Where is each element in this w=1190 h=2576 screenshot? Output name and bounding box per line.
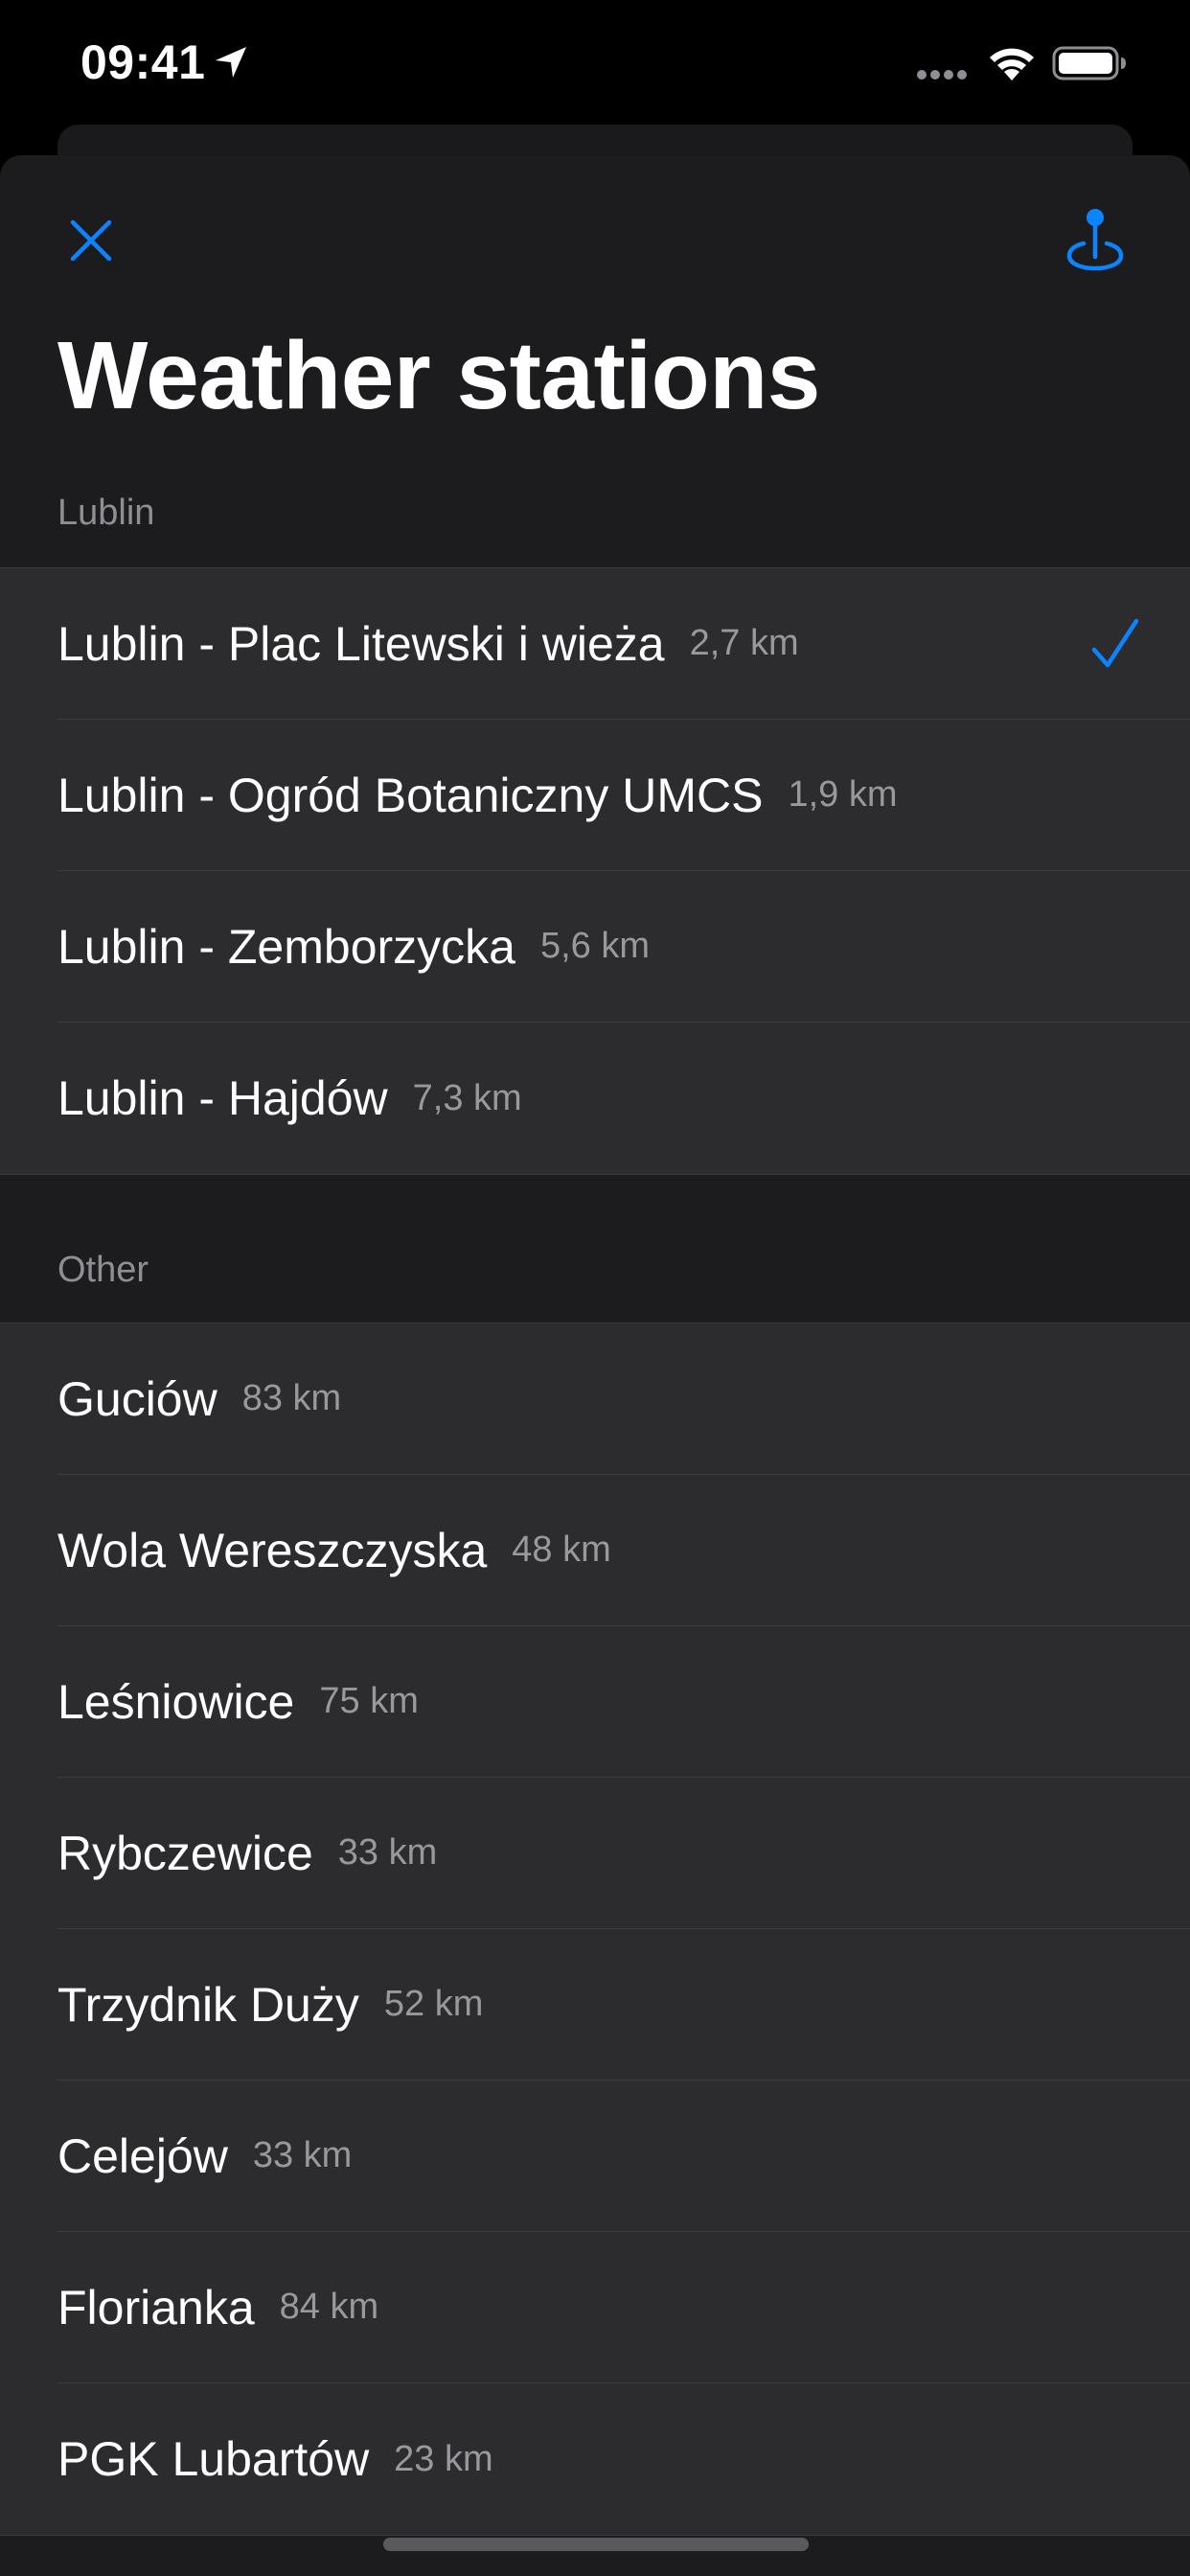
section-header-other: Other [57,1250,149,1290]
station-name: Lublin - Plac Litewski i wieża [57,616,665,671]
station-row[interactable]: Trzydnik Duży 52 km [0,1929,1190,2081]
station-distance: 7,3 km [412,1077,522,1118]
location-pin-icon [1066,209,1124,271]
station-row[interactable]: Leśniowice 75 km [0,1626,1190,1778]
station-distance: 5,6 km [539,926,651,966]
close-icon [70,219,112,262]
station-distance: 2,7 km [689,623,799,663]
station-row[interactable]: Wola Wereszczyska 48 km [0,1475,1190,1626]
location-arrow-icon [216,47,246,78]
station-name: Florianka [57,2280,255,2334]
wifi-icon [990,48,1034,80]
station-row[interactable]: Lublin - Hajdów 7,3 km [0,1023,1190,1174]
station-row[interactable]: Lublin - Ogród Botaniczny UMCS 1,9 km [0,720,1190,871]
station-name: Lublin - Hajdów [57,1071,388,1125]
station-name: Trzydnik Duży [57,1977,359,2032]
station-name: Rybczewice [57,1826,313,1880]
station-row[interactable]: PGK Lubartów 23 km [0,2383,1190,2535]
station-row[interactable]: Florianka 84 km [0,2232,1190,2383]
station-name: Leśniowice [57,1674,295,1729]
cellular-signal-icon [917,70,967,80]
station-name: Lublin - Ogród Botaniczny UMCS [57,768,764,822]
station-name: Celejów [57,2128,228,2183]
station-row[interactable]: Lublin - Plac Litewski i wieża 2,7 km [0,568,1190,720]
station-name: PGK Lubartów [57,2432,370,2486]
checkmark-icon [1091,618,1139,667]
station-distance: 52 km [383,1984,484,2024]
current-location-button[interactable] [1062,203,1129,274]
station-distance: 23 km [394,2438,493,2479]
station-list-lublin: Lublin - Plac Litewski i wieża 2,7 km Lu… [0,567,1190,1175]
battery-icon [1052,46,1126,80]
station-distance: 48 km [512,1530,611,1570]
section-header-lublin: Lublin [57,493,155,533]
station-name: Guciów [57,1371,217,1426]
station-list-other: Guciów 83 km Wola Wereszczyska 48 km Leś… [0,1322,1190,2536]
station-row[interactable]: Guciów 83 km [0,1323,1190,1475]
home-indicator[interactable] [383,2538,809,2551]
station-distance: 83 km [241,1378,342,1418]
station-distance: 33 km [337,1832,438,1873]
page-title: Weather stations [57,322,820,429]
close-button[interactable] [56,205,126,276]
status-bar: 09:41 [0,0,1190,126]
station-row[interactable]: Celejów 33 km [0,2081,1190,2232]
weather-stations-sheet: Weather stations Lublin Lublin - Plac Li… [0,155,1190,2576]
station-distance: 33 km [252,2135,353,2175]
station-distance: 84 km [279,2287,379,2327]
station-row[interactable]: Lublin - Zemborzycka 5,6 km [0,871,1190,1023]
station-distance: 1,9 km [788,774,898,815]
station-name: Wola Wereszczyska [57,1523,488,1577]
station-name: Lublin - Zemborzycka [57,919,515,974]
station-distance: 75 km [319,1681,419,1721]
status-time: 09:41 [80,35,206,89]
station-row[interactable]: Rybczewice 33 km [0,1778,1190,1929]
